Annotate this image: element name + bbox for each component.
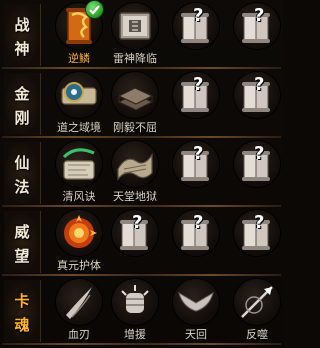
question-mark-icon: ?: [193, 212, 204, 233]
question-mark-icon: ?: [254, 5, 265, 26]
skill-label: 雷神降临: [113, 52, 157, 65]
blood-blade-icon[interactable]: [56, 279, 102, 325]
spear-burst-icon[interactable]: [234, 279, 280, 325]
locked-skill-slot[interactable]: ?: [167, 208, 225, 276]
question-mark-icon: ?: [193, 74, 204, 95]
skill-slot[interactable]: 逆鳞: [50, 1, 108, 69]
locked-skill-slot[interactable]: ?: [228, 70, 286, 138]
skill-slot[interactable]: 天堂地狱: [106, 139, 164, 207]
locked-skill-slot[interactable]: ?: [167, 139, 225, 207]
fist-icon[interactable]: [112, 279, 158, 325]
category-char-bottom: 法: [14, 178, 30, 196]
locked-skill-slot[interactable]: ?: [228, 208, 286, 276]
skill-label: 反噬: [246, 328, 268, 341]
locked-skill-slot[interactable]: ?: [228, 1, 286, 69]
category-char-top: 金: [14, 85, 30, 103]
question-mark-icon: ?: [193, 5, 204, 26]
question-mark-icon: ?: [132, 212, 143, 233]
skill-slot[interactable]: 真元护体: [50, 208, 108, 276]
skill-slot[interactable]: 天回: [167, 277, 225, 345]
question-mark-icon: ?: [254, 74, 265, 95]
category-char-bottom: 神: [14, 40, 30, 58]
category-tab[interactable]: 战神: [4, 4, 41, 66]
skill-row: 卡魂血刃 增援 天回 反噬: [0, 276, 283, 345]
eye-scroll-icon[interactable]: [56, 72, 102, 118]
skill-label: 增援: [124, 328, 146, 341]
skill-label: 真元护体: [57, 259, 101, 272]
category-tab[interactable]: 仙法: [4, 142, 41, 204]
check-icon: [86, 1, 103, 18]
question-mark-icon: ?: [193, 143, 204, 164]
question-mark-icon: ?: [254, 143, 265, 164]
category-tab[interactable]: 金刚: [4, 73, 41, 135]
skill-row: 威望真元护体???: [0, 207, 283, 276]
fire-orb-icon[interactable]: [56, 210, 102, 256]
skill-slot[interactable]: 增援: [106, 277, 164, 345]
locked-skill-slot[interactable]: ?: [228, 139, 286, 207]
skill-slot[interactable]: 刚毅不屈: [106, 70, 164, 138]
skill-label: 刚毅不屈: [113, 121, 157, 134]
skill-row: 金刚道之域境 刚毅不屈??: [0, 69, 283, 138]
skill-row: 战神逆鳞 雷神降临??: [0, 0, 283, 69]
locked-skill-slot[interactable]: ?: [106, 208, 164, 276]
thunder-tome-icon[interactable]: [112, 3, 158, 49]
skill-slot[interactable]: 血刃: [50, 277, 108, 345]
category-char-bottom: 望: [14, 247, 30, 265]
skill-panel: 战神逆鳞 雷神降临?? 金刚道之域境 刚毅不屈?? 仙法清风诀 天堂地狱?? 威望真元护体?…: [0, 0, 283, 348]
skill-slot[interactable]: 反噬: [228, 277, 286, 345]
skill-label: 天回: [185, 328, 207, 341]
category-char-bottom: 魂: [14, 316, 30, 334]
locked-skill-slot[interactable]: ?: [167, 70, 225, 138]
stone-book-icon[interactable]: [112, 72, 158, 118]
skill-label: 天堂地狱: [113, 190, 157, 203]
category-char-bottom: 刚: [14, 109, 30, 127]
category-char-top: 仙: [14, 154, 30, 172]
skill-slot[interactable]: 清风诀: [50, 139, 108, 207]
category-char-top: 战: [14, 16, 30, 34]
question-mark-icon: ?: [254, 212, 265, 233]
skill-row: 仙法清风诀 天堂地狱??: [0, 138, 283, 207]
category-tab[interactable]: 威望: [4, 211, 41, 273]
skill-slot[interactable]: 雷神降临: [106, 1, 164, 69]
open-scroll-icon[interactable]: [112, 141, 158, 187]
wings-icon[interactable]: [173, 279, 219, 325]
category-tab[interactable]: 卡魂: [4, 280, 41, 342]
skill-slot[interactable]: 道之域境: [50, 70, 108, 138]
category-char-top: 威: [14, 223, 30, 241]
locked-skill-slot[interactable]: ?: [167, 1, 225, 69]
wind-scroll-icon[interactable]: [56, 141, 102, 187]
category-char-top: 卡: [14, 292, 30, 310]
